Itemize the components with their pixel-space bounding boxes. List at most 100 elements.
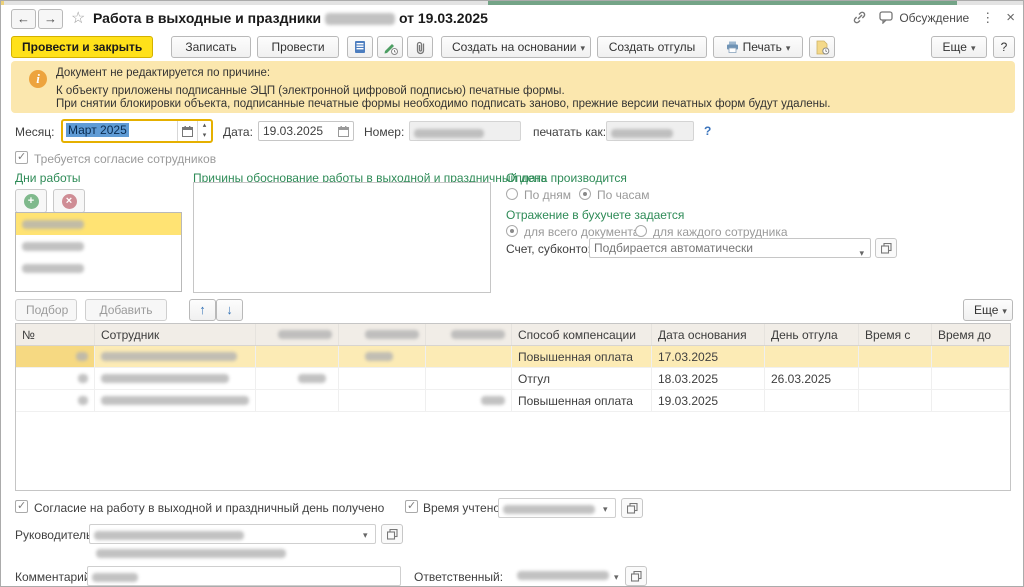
create-based-on-button[interactable]: Создать на основании	[441, 36, 591, 58]
toolbar-more-button[interactable]: Еще	[931, 36, 987, 58]
redacted-date	[22, 220, 84, 229]
add-day-button[interactable]	[15, 189, 47, 213]
help-button[interactable]: ?	[993, 36, 1015, 58]
base-date-cell: 18.03.2025	[652, 368, 765, 389]
attachments-button[interactable]	[407, 36, 433, 58]
post-button[interactable]: Провести	[257, 36, 339, 58]
account-input[interactable]	[589, 238, 871, 258]
per-employee-radio[interactable]	[635, 225, 647, 237]
month-field-group: Март 2025	[61, 119, 213, 143]
printer-icon	[726, 41, 739, 53]
col-header-num[interactable]: №	[16, 324, 95, 345]
base-date-cell: 19.03.2025	[652, 390, 765, 411]
more-label: Еще	[974, 303, 998, 317]
arrow-down-icon: ↓	[226, 302, 233, 317]
date-input[interactable]: 19.03.2025	[258, 121, 354, 141]
manager-input[interactable]	[89, 524, 376, 544]
arrow-up-icon: ↑	[199, 302, 206, 317]
reasons-textarea[interactable]	[193, 182, 491, 293]
chevron-down-icon[interactable]	[603, 504, 608, 515]
more-menu-icon[interactable]	[981, 10, 994, 26]
redacted-print-as	[611, 129, 673, 138]
responsible-open-button[interactable]	[625, 566, 647, 586]
comment-input[interactable]	[87, 566, 401, 586]
table-row[interactable]: Повышенная оплата 19.03.2025	[16, 390, 1010, 412]
col-header-employee[interactable]: Сотрудник	[95, 324, 256, 345]
table-header-row: № Сотрудник Способ компенсации Дата осно…	[16, 324, 1010, 346]
time-counted-label: Время учтено	[423, 501, 500, 515]
col-header-day2[interactable]	[339, 324, 426, 345]
chevron-down-icon[interactable]	[859, 244, 864, 262]
redacted-employee-name	[101, 374, 229, 383]
list-item[interactable]	[16, 235, 181, 257]
calendar-icon[interactable]	[177, 121, 197, 141]
col-header-dayoff[interactable]: День отгула	[765, 324, 859, 345]
redacted-hours	[481, 396, 505, 405]
col-header-time-to[interactable]: Время до	[932, 324, 1010, 345]
discussion-button[interactable]: Обсуждение	[879, 11, 969, 25]
add-row-button[interactable]: Добавить	[85, 299, 167, 321]
step-down-icon[interactable]	[198, 131, 211, 141]
responsible-label: Ответственный:	[414, 570, 503, 584]
chat-bubble-icon	[879, 11, 894, 24]
print-button[interactable]: Печать	[713, 36, 803, 58]
list-item[interactable]	[16, 257, 181, 279]
consent-received-label: Согласие на работу в выходной и празднич…	[34, 501, 384, 515]
post-and-close-button[interactable]: Провести и закрыть	[11, 36, 153, 58]
redacted-employee-name	[101, 352, 237, 361]
number-input	[409, 121, 521, 141]
col-header-day3[interactable]	[426, 324, 512, 345]
col-header-time-from[interactable]: Время с	[859, 324, 932, 345]
pay-by-hours-radio[interactable]	[579, 188, 591, 200]
table-more-button[interactable]: Еще	[963, 299, 1013, 321]
list-item[interactable]	[16, 213, 181, 235]
close-icon[interactable]	[1006, 9, 1015, 26]
move-up-button[interactable]: ↑	[189, 299, 216, 321]
time-counted-checkbox[interactable]	[405, 500, 418, 513]
consent-received-checkbox[interactable]	[15, 500, 28, 513]
redacted-date-header	[365, 330, 419, 339]
signed-forms-button[interactable]	[809, 36, 835, 58]
move-down-button[interactable]: ↓	[216, 299, 243, 321]
step-up-icon[interactable]	[198, 121, 211, 131]
chevron-down-icon[interactable]	[614, 572, 619, 583]
field-help-link[interactable]: ?	[704, 124, 711, 138]
require-consent-checkbox[interactable]	[15, 151, 28, 164]
month-stepper[interactable]	[197, 121, 211, 141]
manager-open-button[interactable]	[381, 524, 403, 544]
account-input-inner[interactable]	[594, 241, 844, 255]
work-days-list[interactable]	[15, 212, 182, 292]
pay-by-days-radio[interactable]	[506, 188, 518, 200]
col-header-compensation[interactable]: Способ компенсации	[512, 324, 652, 345]
remove-day-button[interactable]	[53, 189, 85, 213]
table-row[interactable]: Отгул 18.03.2025 26.03.2025	[16, 368, 1010, 390]
col-header-base-date[interactable]: Дата основания	[652, 324, 765, 345]
favorite-star-icon[interactable]	[71, 8, 85, 28]
report-structure-button[interactable]	[347, 36, 373, 58]
forward-button[interactable]	[38, 9, 63, 29]
month-input[interactable]: Март 2025	[63, 121, 177, 141]
account-label: Счет, субконто:	[506, 242, 591, 256]
back-button[interactable]	[11, 9, 36, 29]
create-days-off-button[interactable]: Создать отгулы	[597, 36, 707, 58]
signature-button[interactable]	[377, 36, 403, 58]
account-open-button[interactable]	[875, 238, 897, 258]
whole-doc-radio[interactable]	[506, 225, 518, 237]
time-counted-open-button[interactable]	[621, 498, 643, 518]
col-header-day1[interactable]	[256, 324, 339, 345]
per-employee-label: для каждого сотрудника	[653, 225, 788, 239]
title-prefix: Работа в выходные и праздники	[93, 10, 321, 26]
pick-button[interactable]: Подбор	[15, 299, 77, 321]
redacted-employee-name	[101, 396, 249, 405]
time-counted-input[interactable]	[498, 498, 616, 518]
redacted-hours	[298, 374, 326, 383]
chevron-down-icon[interactable]	[363, 530, 368, 541]
redacted-row-num	[76, 352, 88, 361]
redacted-row-num	[78, 374, 88, 383]
redacted-hours	[365, 352, 393, 361]
redacted-manager-position	[96, 549, 286, 558]
get-link-icon[interactable]	[852, 10, 867, 25]
write-button[interactable]: Записать	[171, 36, 251, 58]
redacted-manager-name	[94, 531, 244, 540]
table-row[interactable]: Повышенная оплата 17.03.2025	[16, 346, 1010, 368]
